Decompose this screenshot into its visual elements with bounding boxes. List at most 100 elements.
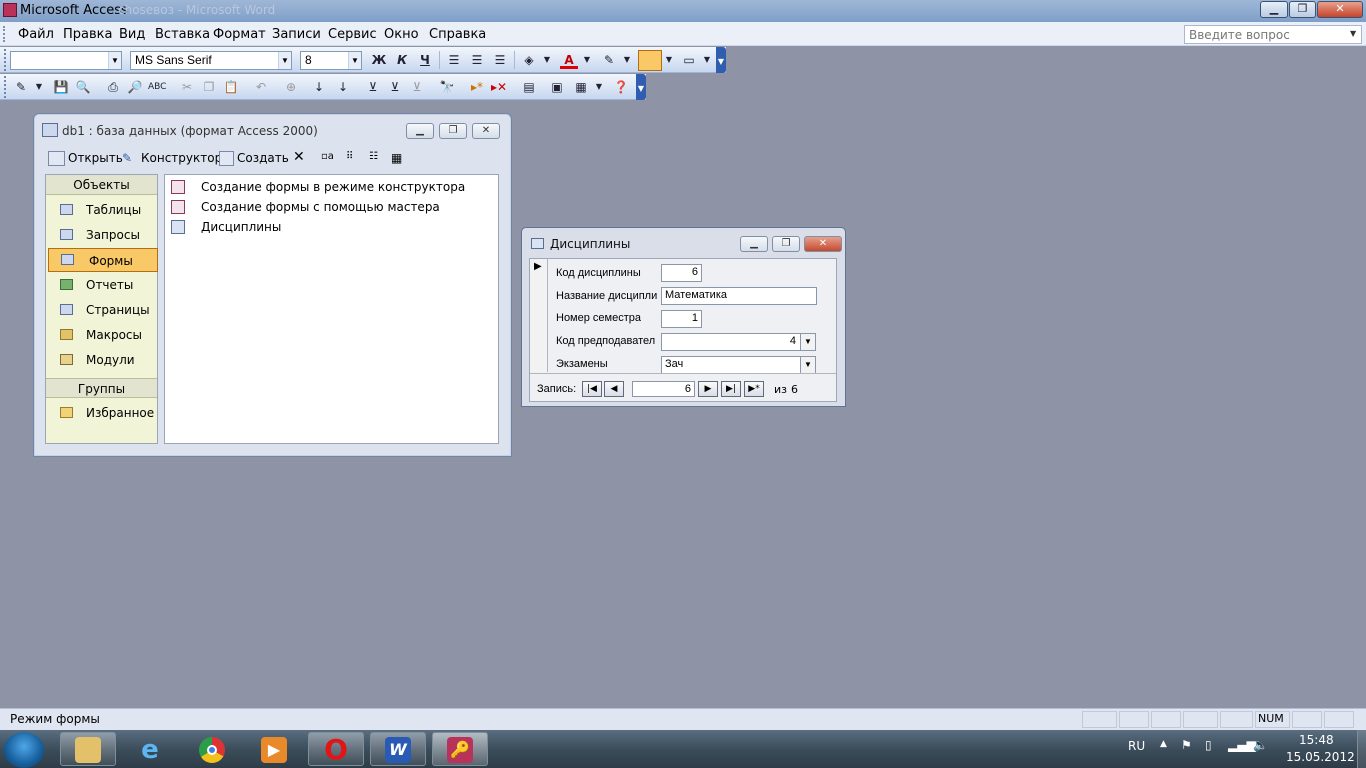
font-size-combo[interactable]: 8 ▼ bbox=[300, 51, 362, 70]
first-record-button[interactable]: |◀ bbox=[582, 381, 602, 397]
object-combo[interactable]: ▼ bbox=[10, 51, 122, 70]
align-right-icon[interactable]: ☰ bbox=[491, 51, 509, 69]
small-icons-icon[interactable]: ⠿ bbox=[346, 151, 353, 162]
find-icon[interactable]: 🔭 bbox=[438, 78, 456, 96]
prev-record-button[interactable]: ◀ bbox=[604, 381, 624, 397]
list-item-create-design[interactable]: Создание формы в режиме конструктора bbox=[171, 177, 465, 197]
save-icon[interactable]: 💾 bbox=[52, 78, 70, 96]
properties-icon[interactable]: ▤ bbox=[520, 78, 538, 96]
ask-question-input[interactable]: Введите вопрос bbox=[1184, 25, 1362, 44]
show-desktop-button[interactable] bbox=[1357, 730, 1366, 768]
line-color-dropdown-icon[interactable]: ▼ bbox=[618, 51, 636, 69]
taskbar-media[interactable]: ▶ bbox=[246, 732, 302, 766]
db-restore-button[interactable]: ❐ bbox=[439, 123, 467, 139]
field-code-input[interactable]: 6 bbox=[661, 264, 702, 282]
copy-icon[interactable]: ❐ bbox=[200, 78, 218, 96]
menu-format[interactable]: Формат bbox=[213, 27, 266, 42]
battery-icon[interactable]: ▯ bbox=[1205, 738, 1212, 752]
taskbar-ie[interactable]: e bbox=[122, 732, 178, 766]
line-color-icon[interactable]: ✎ bbox=[600, 51, 618, 69]
ask-dropdown-icon[interactable]: ▼ bbox=[1350, 29, 1356, 38]
minimize-button[interactable]: ▁ bbox=[1260, 1, 1288, 18]
object-modules[interactable]: Модули bbox=[46, 348, 157, 372]
language-indicator[interactable]: RU bbox=[1128, 739, 1145, 753]
menu-view[interactable]: Вид bbox=[119, 27, 145, 42]
special-effect-dropdown-icon[interactable]: ▼ bbox=[660, 51, 678, 69]
current-record-input[interactable]: 6 bbox=[632, 381, 695, 397]
taskbar-opera[interactable]: O bbox=[308, 732, 364, 766]
delete-record-icon[interactable]: ▸✕ bbox=[490, 78, 508, 96]
design-button[interactable]: Конструктор bbox=[141, 151, 222, 165]
new-record-icon[interactable]: ▸* bbox=[468, 78, 486, 96]
font-combo[interactable]: MS Sans Serif ▼ bbox=[130, 51, 292, 70]
print-icon[interactable]: ⎙ bbox=[104, 78, 122, 96]
create-button[interactable]: Создать bbox=[237, 151, 289, 165]
filter-by-form-icon[interactable]: ⊻ bbox=[386, 78, 404, 96]
taskbar-explorer[interactable] bbox=[60, 732, 116, 766]
field-teacher-combo[interactable]: 4 ▼ bbox=[661, 333, 816, 351]
object-queries[interactable]: Запросы bbox=[46, 223, 157, 247]
fill-color-icon[interactable]: ◈ bbox=[520, 51, 538, 69]
list-item-create-wizard[interactable]: Создание формы с помощью мастера bbox=[171, 197, 440, 217]
group-favorites[interactable]: Избранное bbox=[46, 401, 157, 425]
hyperlink-icon[interactable]: ⊕ bbox=[282, 78, 300, 96]
menu-window[interactable]: Окно bbox=[384, 27, 419, 42]
taskbar-access[interactable]: 🔑 bbox=[432, 732, 488, 766]
list-item-form-disciplines[interactable]: Дисциплины bbox=[171, 217, 281, 237]
chevron-down-icon[interactable]: ▼ bbox=[800, 357, 815, 373]
last-record-button[interactable]: ▶| bbox=[721, 381, 741, 397]
menu-records[interactable]: Записи bbox=[272, 27, 321, 42]
menu-file[interactable]: Файл bbox=[18, 27, 54, 42]
new-object-icon[interactable]: ▦ bbox=[572, 78, 590, 96]
tray-expand-icon[interactable]: ▲ bbox=[1160, 739, 1167, 749]
sort-ascending-icon[interactable]: ↓ bbox=[310, 78, 328, 96]
close-button[interactable]: ✕ bbox=[1317, 1, 1363, 18]
help-icon[interactable]: ❓ bbox=[612, 78, 630, 96]
view-icon[interactable]: ✎ bbox=[12, 78, 30, 96]
align-left-icon[interactable]: ☰ bbox=[445, 51, 463, 69]
menu-help[interactable]: Справка bbox=[429, 27, 486, 42]
network-icon[interactable]: ▂▄▆ bbox=[1228, 738, 1256, 752]
align-center-icon[interactable]: ☰ bbox=[468, 51, 486, 69]
new-object-dropdown-icon[interactable]: ▼ bbox=[590, 78, 608, 96]
record-selector[interactable]: ▶ bbox=[530, 259, 548, 372]
apply-filter-icon[interactable]: ⊻ bbox=[408, 78, 426, 96]
menu-edit[interactable]: Правка bbox=[63, 27, 112, 42]
field-name-input[interactable]: Математика bbox=[661, 287, 817, 305]
field-exams-combo[interactable]: Зач ▼ bbox=[661, 356, 816, 374]
groups-header[interactable]: Группы bbox=[46, 378, 157, 398]
undo-icon[interactable]: ↶ bbox=[252, 78, 270, 96]
font-color-dropdown-icon[interactable]: ▼ bbox=[578, 51, 596, 69]
large-icons-icon[interactable]: ▫a bbox=[321, 151, 334, 162]
field-semester-input[interactable]: 1 bbox=[661, 310, 702, 328]
taskbar-chrome[interactable] bbox=[184, 732, 240, 766]
border-width-icon[interactable]: ▭ bbox=[680, 51, 698, 69]
taskbar-word[interactable]: W bbox=[370, 732, 426, 766]
font-color-icon[interactable]: A bbox=[560, 51, 578, 69]
bold-button[interactable]: Ж bbox=[370, 51, 388, 69]
delete-icon[interactable]: ✕ bbox=[293, 149, 305, 165]
sort-descending-icon[interactable]: ↓ bbox=[334, 78, 352, 96]
start-button[interactable] bbox=[4, 732, 44, 768]
action-center-icon[interactable]: ⚑ bbox=[1181, 738, 1192, 752]
filter-by-selection-icon[interactable]: ⊻ bbox=[364, 78, 382, 96]
underline-button[interactable]: Ч bbox=[416, 51, 434, 69]
toolbar-options-icon[interactable]: ▼ bbox=[716, 47, 726, 73]
object-reports[interactable]: Отчеты bbox=[46, 273, 157, 297]
search-icon[interactable]: 🔍 bbox=[74, 78, 92, 96]
database-window-icon[interactable]: ▣ bbox=[548, 78, 566, 96]
object-pages[interactable]: Страницы bbox=[46, 298, 157, 322]
print-preview-icon[interactable]: 🔎 bbox=[126, 78, 144, 96]
restore-button[interactable]: ❐ bbox=[1289, 1, 1316, 18]
new-record-button[interactable]: ▶* bbox=[744, 381, 764, 397]
open-button[interactable]: Открыть bbox=[68, 151, 123, 165]
details-view-icon[interactable]: ▦ bbox=[391, 151, 402, 165]
border-width-dropdown-icon[interactable]: ▼ bbox=[698, 51, 716, 69]
object-macros[interactable]: Макросы bbox=[46, 323, 157, 347]
object-forms[interactable]: Формы bbox=[48, 248, 158, 272]
cut-icon[interactable]: ✂ bbox=[178, 78, 196, 96]
objects-header[interactable]: Объекты bbox=[46, 175, 157, 195]
spelling-icon[interactable]: ABC bbox=[148, 78, 166, 96]
list-view-icon[interactable]: ☷ bbox=[369, 151, 378, 162]
special-effect-icon[interactable] bbox=[638, 50, 662, 71]
